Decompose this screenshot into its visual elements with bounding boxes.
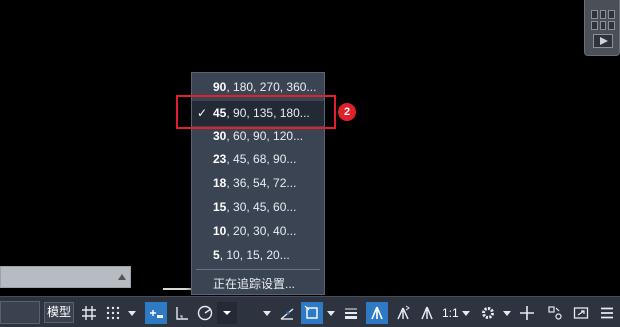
menu-item-angle-10[interactable]: 10, 20, 30, 40... xyxy=(192,219,324,244)
menu-item-tracking-settings[interactable]: 正在追踪设置... xyxy=(192,272,324,297)
grid-icon[interactable] xyxy=(79,302,99,324)
clean-screen-icon[interactable] xyxy=(570,302,592,324)
annotation-scale-icon[interactable] xyxy=(416,302,438,324)
angle-increment-value: 10 xyxy=(213,224,227,238)
highlight-box-selected-angle xyxy=(176,95,336,129)
angle-increment-value: 90 xyxy=(213,80,227,94)
angle-sequence-text: , 180, 270, 360... xyxy=(226,80,317,94)
plus-icon[interactable] xyxy=(516,302,538,324)
object-snap-tracking-icon[interactable] xyxy=(276,302,298,324)
menu-separator xyxy=(196,269,320,270)
lineweight-icon[interactable] xyxy=(340,302,362,324)
snap-dropdown-chevron-icon[interactable] xyxy=(127,306,137,320)
angle-sequence-text: , 20, 30, 40... xyxy=(226,224,297,238)
angle-sequence-text: , 10, 15, 20... xyxy=(219,248,290,262)
angle-increment-value: 30 xyxy=(213,129,227,143)
auto-scale-icon[interactable] xyxy=(392,302,414,324)
command-line-bar[interactable] xyxy=(0,266,131,288)
angle-increment-value: 5 xyxy=(213,248,220,262)
annotation-visibility-icon[interactable] xyxy=(366,302,388,324)
angle-increment-value: 15 xyxy=(213,200,227,214)
navigation-viewcube-panel[interactable] xyxy=(584,0,620,56)
layout-tab-area[interactable] xyxy=(0,301,40,324)
hamburger-menu-icon[interactable] xyxy=(596,302,618,324)
showmotion-play-icon[interactable] xyxy=(593,34,613,48)
gear-icon[interactable] xyxy=(477,302,499,324)
menu-item-angle-23[interactable]: 23, 45, 68, 90... xyxy=(192,147,324,172)
expand-up-icon[interactable] xyxy=(118,274,126,280)
chevron-down-icon xyxy=(223,311,231,315)
ortho-mode-icon[interactable] xyxy=(171,302,193,324)
angle-increment-value: 18 xyxy=(213,176,227,190)
viewcube-grid-icon xyxy=(591,10,615,30)
polar-tracking-icon[interactable] xyxy=(195,302,215,324)
angle-sequence-text: , 60, 90, 120... xyxy=(226,129,304,143)
isodraft-dropdown-chevron-icon[interactable] xyxy=(262,306,272,320)
object-snap-dropdown-chevron-icon[interactable] xyxy=(326,306,336,320)
angle-sequence-text: , 30, 45, 60... xyxy=(226,200,297,214)
annotation-badge-2: 2 xyxy=(338,103,356,121)
polar-angle-dropdown-button[interactable] xyxy=(217,302,237,324)
angle-sequence-text: , 45, 68, 90... xyxy=(226,152,297,166)
object-snap-icon[interactable] xyxy=(301,302,323,324)
snap-mode-icon[interactable] xyxy=(103,302,123,324)
annotation-scale-value[interactable]: 1:1 xyxy=(442,302,459,324)
angle-sequence-text: , 36, 54, 72... xyxy=(226,176,297,190)
infer-constraints-icon[interactable] xyxy=(145,302,167,324)
menu-item-angle-15[interactable]: 15, 30, 45, 60... xyxy=(192,195,324,220)
angle-increment-value: 23 xyxy=(213,152,227,166)
workspace-dropdown-chevron-icon[interactable] xyxy=(502,306,512,320)
scale-dropdown-chevron-icon[interactable] xyxy=(461,306,471,320)
ucs-axis-line xyxy=(163,288,193,290)
isolate-objects-icon[interactable] xyxy=(544,302,566,324)
menu-item-angle-5[interactable]: 5, 10, 15, 20... xyxy=(192,243,324,268)
status-bar: 模型 1:1 xyxy=(0,296,620,327)
model-space-tab[interactable]: 模型 xyxy=(44,302,74,323)
menu-item-angle-18[interactable]: 18, 36, 54, 72... xyxy=(192,171,324,196)
